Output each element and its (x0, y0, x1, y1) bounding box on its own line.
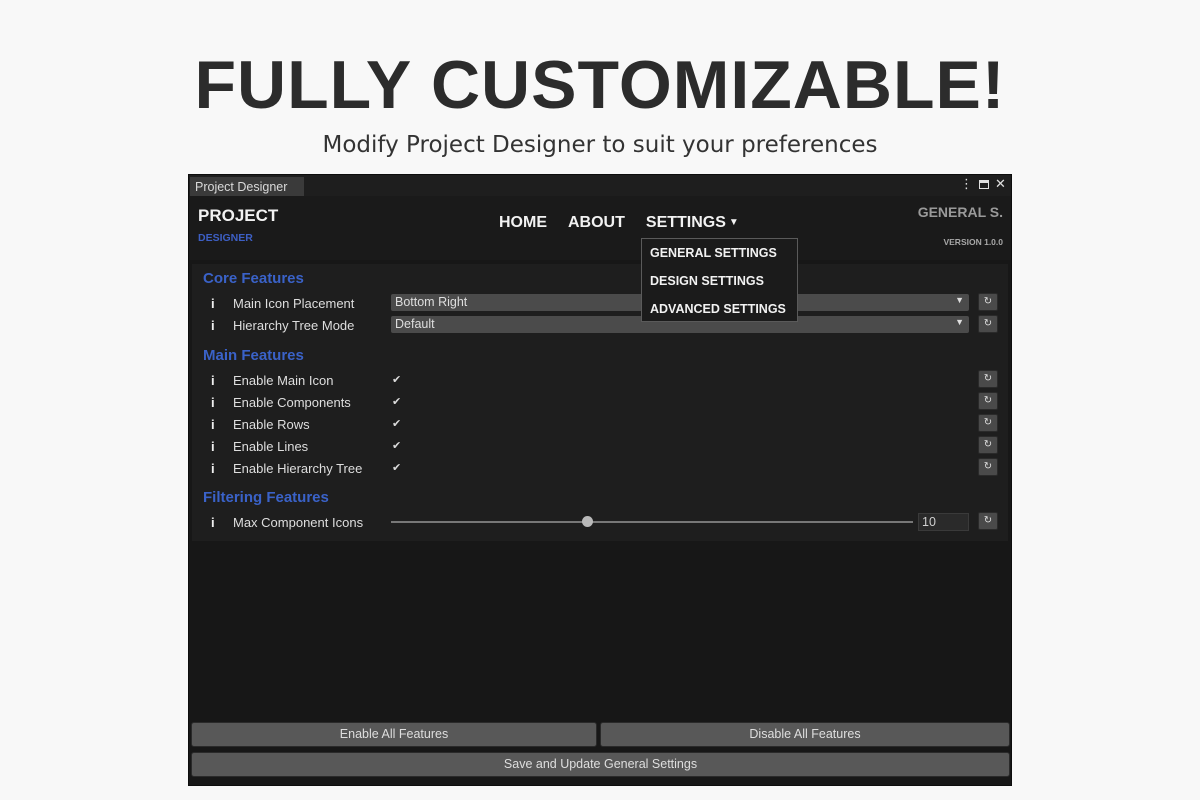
menu-item-general-settings[interactable]: GENERAL SETTINGS (650, 246, 777, 260)
max-component-icons-slider[interactable] (391, 521, 913, 523)
nav-settings[interactable]: SETTINGS ▼ (646, 214, 739, 232)
setting-label: Enable Main Icon (233, 373, 334, 388)
logo-title: PROJECT (198, 206, 279, 225)
window-tab[interactable]: Project Designer (190, 177, 304, 196)
caret-down-icon: ▼ (728, 217, 739, 228)
nav-settings-label: SETTINGS (645, 214, 726, 231)
close-icon[interactable]: ✕ (994, 177, 1007, 193)
settings-panel: Core Features i Main Icon Placement Bott… (192, 264, 1008, 541)
save-update-general-settings-button[interactable]: Save and Update General Settings (191, 752, 1010, 777)
info-icon[interactable]: i (211, 417, 215, 432)
maximize-icon[interactable] (977, 177, 990, 193)
chevron-down-icon: ▼ (955, 295, 964, 305)
info-icon[interactable]: i (211, 515, 215, 530)
setting-label: Hierarchy Tree Mode (233, 318, 355, 333)
menu-item-advanced-settings[interactable]: ADVANCED SETTINGS (650, 302, 786, 316)
reset-icon[interactable]: ↻ (978, 293, 998, 311)
setting-label: Enable Hierarchy Tree (233, 461, 363, 476)
setting-label: Max Component Icons (233, 515, 364, 530)
max-component-icons-input[interactable]: 10 (918, 513, 969, 531)
enable-hierarchy-tree-checkbox[interactable]: ✔ (392, 461, 401, 474)
version-label: VERSION 1.0.0 (943, 237, 1003, 247)
setting-label: Main Icon Placement (233, 296, 355, 311)
promo-title: FULLY CUSTOMIZABLE! (194, 47, 1006, 123)
setting-row-enable-components: i Enable Components ✔ ↻ (192, 392, 1008, 413)
info-icon[interactable]: i (211, 318, 215, 333)
select-value: Bottom Right (395, 295, 468, 309)
logo-subtitle: DESIGNER (198, 232, 253, 244)
reset-icon[interactable]: ↻ (978, 392, 998, 410)
promo-subtitle: Modify Project Designer to suit your pre… (322, 132, 878, 158)
window-tab-bar: Project Designer ⋮ ✕ (189, 175, 1011, 196)
setting-row-enable-main-icon: i Enable Main Icon ✔ ↻ (192, 370, 1008, 391)
menu-item-design-settings[interactable]: DESIGN SETTINGS (650, 274, 764, 288)
app-header: PROJECT DESIGNER HOME ABOUT SETTINGS ▼ GE… (189, 196, 1011, 260)
enable-components-checkbox[interactable]: ✔ (392, 395, 401, 408)
reset-icon[interactable]: ↻ (978, 315, 998, 333)
section-title-filtering: Filtering Features (203, 489, 329, 506)
setting-row-hierarchy-tree-mode: i Hierarchy Tree Mode Default ▼ ↻ (192, 315, 1008, 336)
setting-row-enable-lines: i Enable Lines ✔ ↻ (192, 436, 1008, 457)
reset-icon[interactable]: ↻ (978, 512, 998, 530)
window-controls: ⋮ ✕ (960, 177, 1007, 193)
info-icon[interactable]: i (211, 395, 215, 410)
info-icon[interactable]: i (211, 439, 215, 454)
reset-icon[interactable]: ↻ (978, 414, 998, 432)
enable-all-features-button[interactable]: Enable All Features (191, 722, 597, 747)
project-designer-window: Project Designer ⋮ ✕ PROJECT DESIGNER HO… (188, 174, 1012, 786)
brand-name: GENERAL S. (917, 204, 1003, 220)
disable-all-features-button[interactable]: Disable All Features (600, 722, 1010, 747)
nav-home[interactable]: HOME (499, 214, 547, 232)
reset-icon[interactable]: ↻ (978, 436, 998, 454)
chevron-down-icon: ▼ (955, 317, 964, 327)
setting-row-max-component-icons: i Max Component Icons 10 ↻ (192, 512, 1008, 533)
settings-dropdown-menu: GENERAL SETTINGS DESIGN SETTINGS ADVANCE… (641, 238, 798, 322)
main-nav: HOME ABOUT SETTINGS ▼ (499, 214, 739, 232)
info-icon[interactable]: i (211, 373, 215, 388)
reset-icon[interactable]: ↻ (978, 458, 998, 476)
setting-row-main-icon-placement: i Main Icon Placement Bottom Right ▼ ↻ (192, 293, 1008, 314)
setting-row-enable-rows: i Enable Rows ✔ ↻ (192, 414, 1008, 435)
enable-lines-checkbox[interactable]: ✔ (392, 439, 401, 452)
enable-rows-checkbox[interactable]: ✔ (392, 417, 401, 430)
section-title-main: Main Features (203, 347, 304, 364)
section-title-core: Core Features (203, 270, 304, 287)
slider-thumb[interactable] (581, 516, 593, 527)
setting-row-enable-hierarchy-tree: i Enable Hierarchy Tree ✔ ↻ (192, 458, 1008, 479)
info-icon[interactable]: i (211, 296, 215, 311)
select-value: Default (395, 317, 435, 331)
setting-label: Enable Components (233, 395, 351, 410)
setting-label: Enable Rows (233, 417, 310, 432)
enable-main-icon-checkbox[interactable]: ✔ (392, 373, 401, 386)
info-icon[interactable]: i (211, 461, 215, 476)
setting-label: Enable Lines (233, 439, 309, 454)
nav-about[interactable]: ABOUT (568, 214, 625, 232)
more-menu-icon[interactable]: ⋮ (960, 177, 973, 193)
reset-icon[interactable]: ↻ (978, 370, 998, 388)
